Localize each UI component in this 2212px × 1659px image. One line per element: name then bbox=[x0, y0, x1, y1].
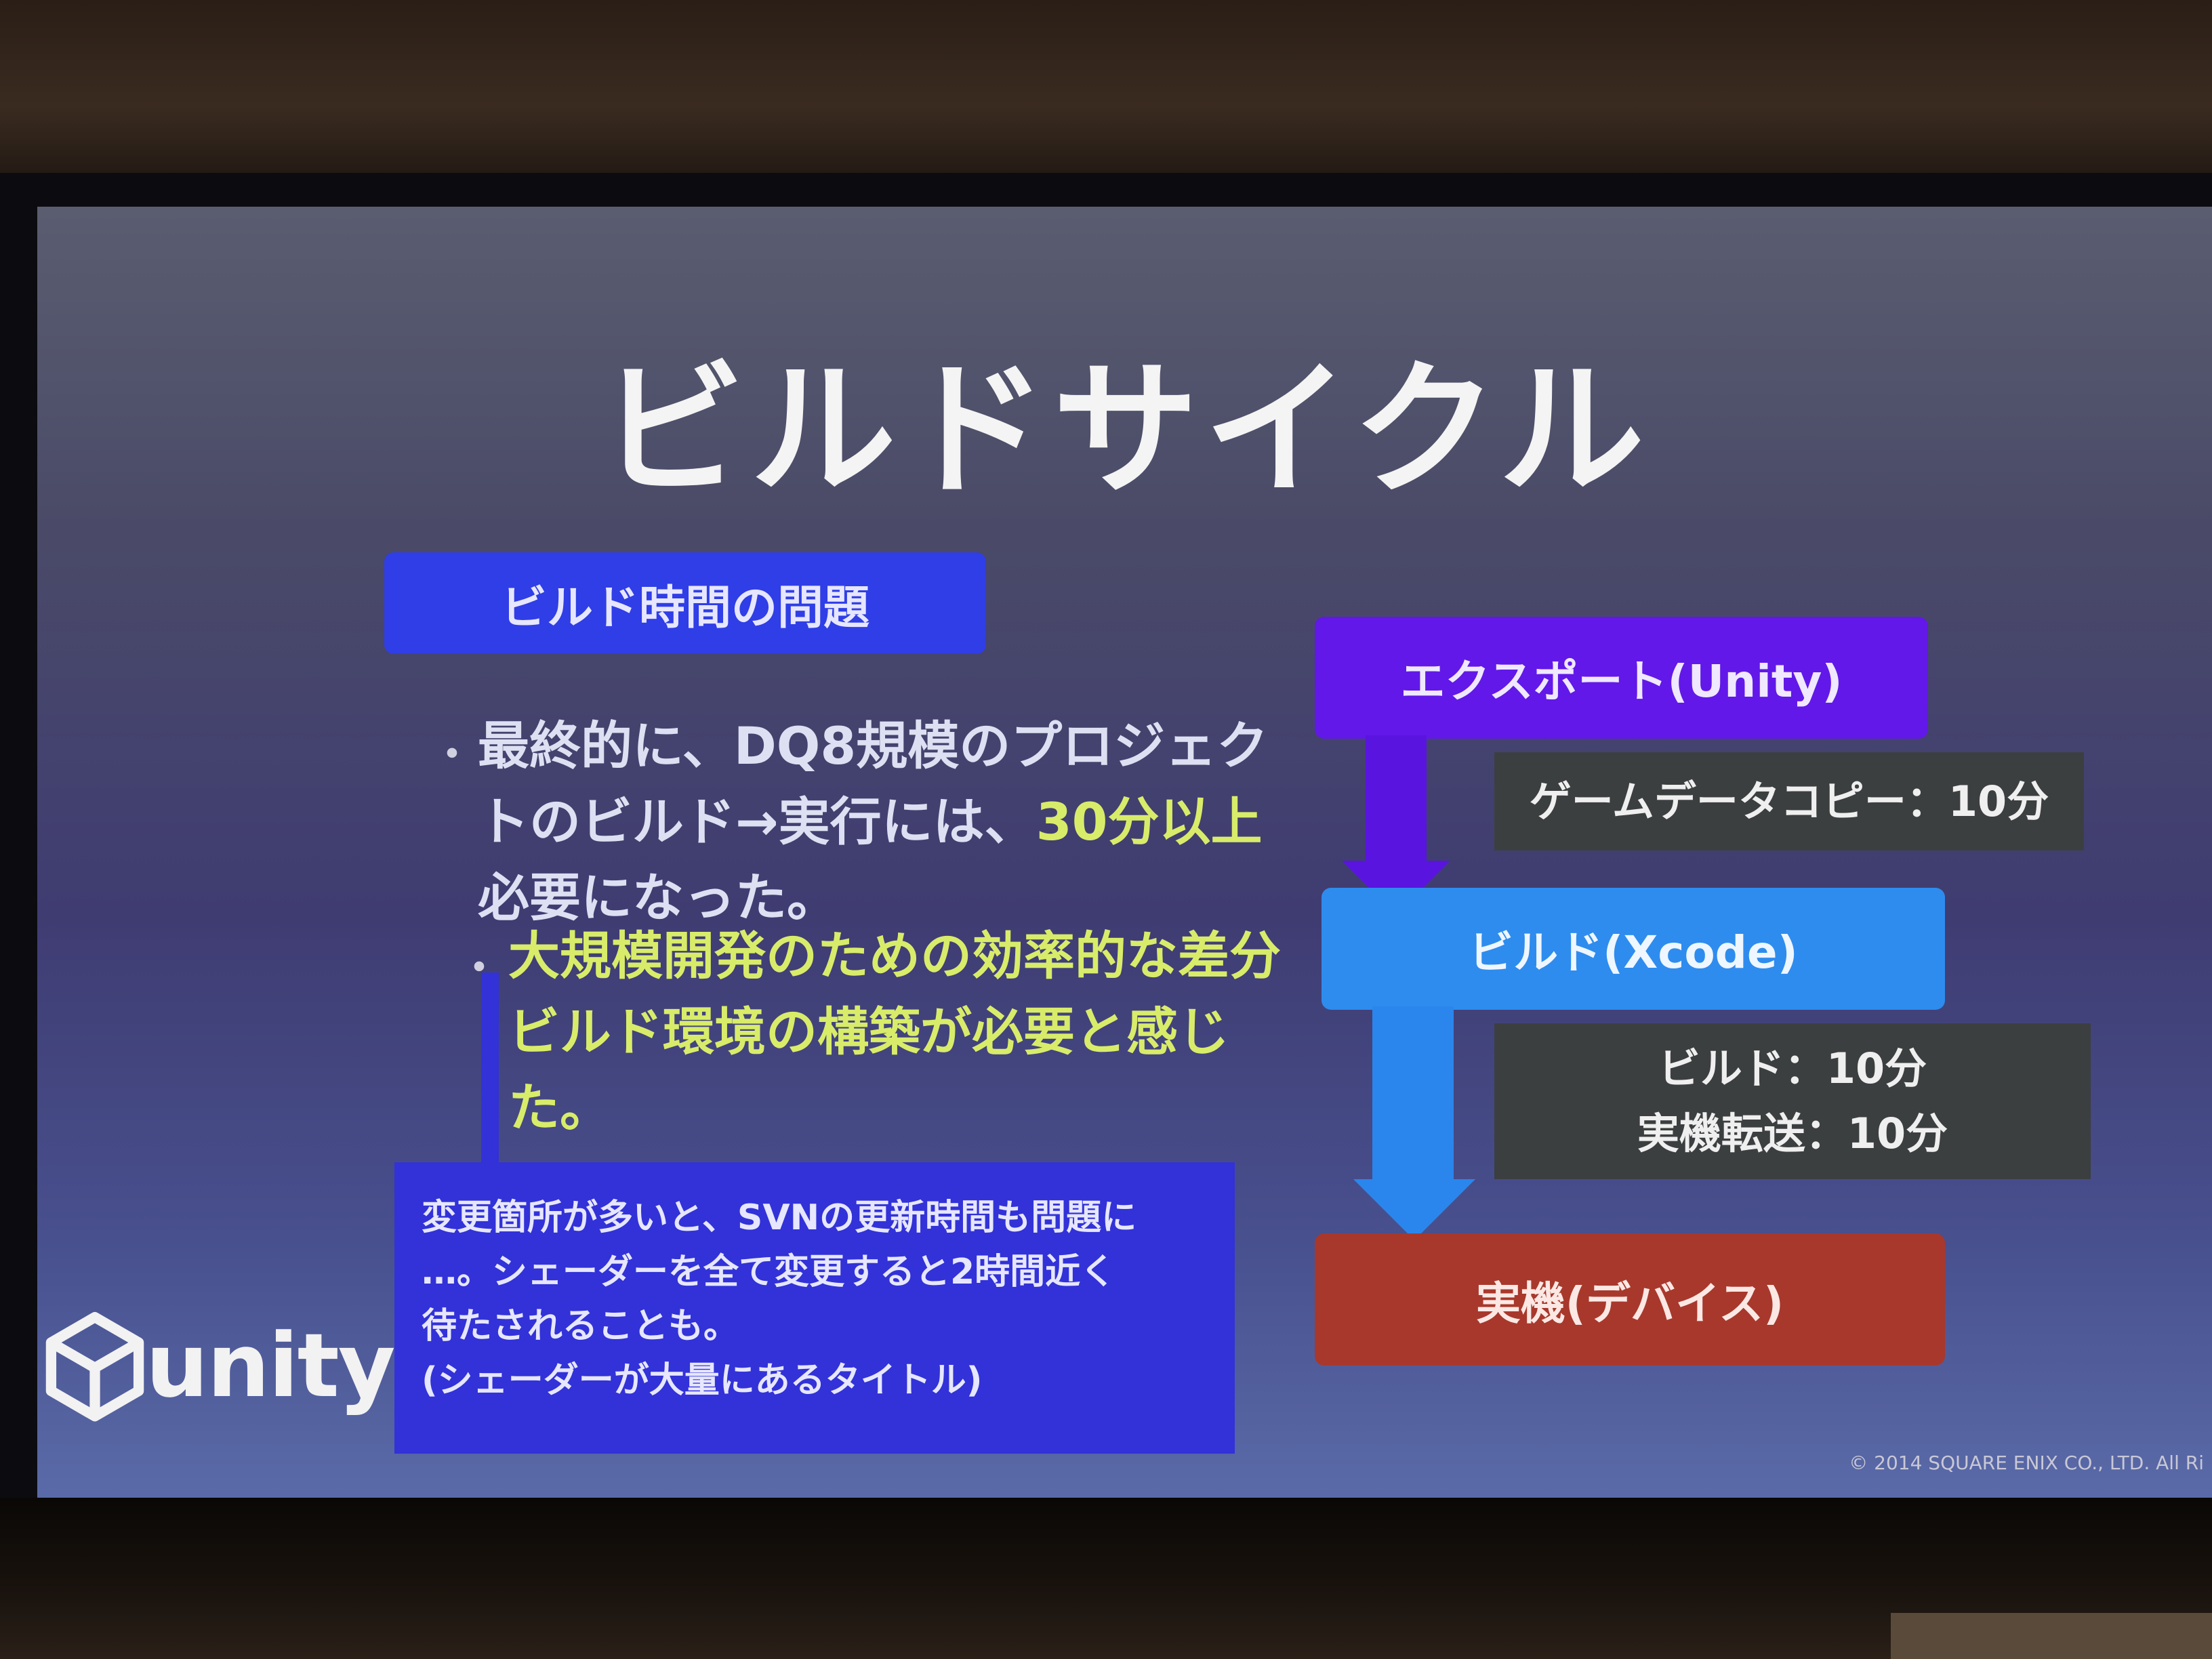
flow-step-build: ビルド(Xcode) bbox=[1322, 888, 1945, 1010]
bullet-1: 最終的に、DQ8規模のプロジェクトのビルド→実行には、30分以上必要になった。 bbox=[478, 708, 1277, 936]
flow-note-2: ビルド：10分 実機転送：10分 bbox=[1494, 1023, 2091, 1179]
unity-cube-icon bbox=[45, 1311, 144, 1422]
stage-edge bbox=[1891, 1613, 2212, 1659]
callout-box: 変更箇所が多いと、SVNの更新時間も問題に …。シェーダーを全て変更すると2時間… bbox=[394, 1162, 1235, 1454]
bullet-2: 大規模開発のための効率的な差分ビルド環境の構築が必要と感じた。 bbox=[508, 926, 1281, 1138]
bullet-1-highlight: 30分以上 bbox=[1036, 792, 1263, 852]
unity-logo-text: unity bbox=[146, 1314, 396, 1417]
flow-note-1: ゲームデータコピー：10分 bbox=[1494, 752, 2084, 851]
unity-logo: unity bbox=[37, 1308, 396, 1423]
presentation-slide: ビルドサイクル ビルド時間の問題 ・ 最終的に、DQ8規模のプロジェクトのビルド… bbox=[37, 207, 2212, 1498]
copyright-notice: © 2014 SQUARE ENIX CO., LTD. All Ri bbox=[1849, 1452, 2204, 1474]
flow-note-2-line-2: 実機転送：10分 bbox=[1637, 1109, 1948, 1158]
wall bbox=[0, 0, 2212, 176]
flow-arrow-2-shaft bbox=[1372, 1006, 1454, 1183]
slide-title: ビルドサイクル bbox=[599, 345, 1650, 515]
flow-arrow-1-shaft bbox=[1366, 735, 1427, 864]
bullet-dot-1: ・ bbox=[432, 731, 472, 779]
flow-note-1-text: ゲームデータコピー：10分 bbox=[1529, 776, 2049, 826]
callout-line-1: 変更箇所が多いと、SVNの更新時間も問題に bbox=[422, 1197, 1137, 1238]
room-floor bbox=[0, 1498, 2212, 1659]
callout-line-3: 待たされることも。 bbox=[422, 1306, 739, 1347]
flow-arrow-2-head bbox=[1353, 1179, 1475, 1240]
flow-step-export: エクスポート(Unity) bbox=[1315, 617, 1928, 739]
flow-note-2-line-1: ビルド：10分 bbox=[1658, 1044, 1927, 1093]
flow-step-device: 実機(デバイス) bbox=[1315, 1233, 1945, 1366]
problem-header: ビルド時間の問題 bbox=[384, 552, 986, 654]
callout-line-2: …。シェーダーを全て変更すると2時間近く bbox=[422, 1252, 1116, 1292]
callout-line-4: (シェーダーが大量にあるタイトル) bbox=[422, 1360, 983, 1401]
